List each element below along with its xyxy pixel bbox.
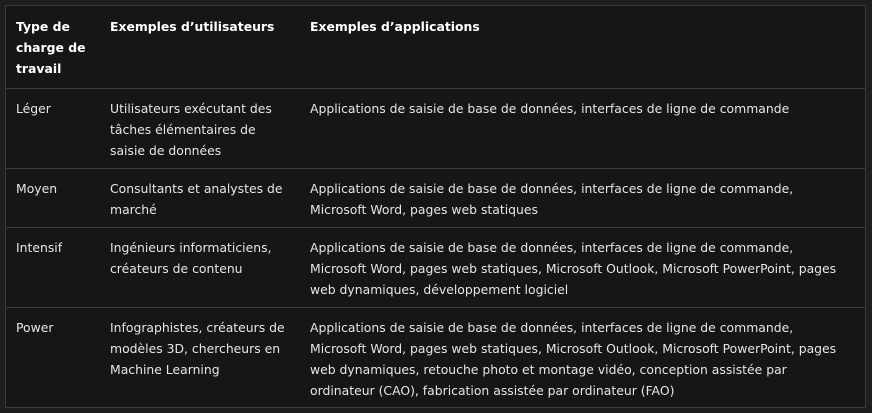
cell-app-examples: Applications de saisie de base de donnée… <box>300 307 865 407</box>
header-user-examples: Exemples d’utilisateurs <box>110 19 275 34</box>
header-row: Type de charge de travail Exemples d’uti… <box>6 6 865 89</box>
cell-app-examples: Applications de saisie de base de donnée… <box>300 227 865 308</box>
table-row: Moyen Consultants et analystes de marché… <box>6 168 865 228</box>
header-workload-type: Type de charge de travail <box>16 19 86 76</box>
header-app-examples: Exemples d’applications <box>310 19 480 34</box>
cell-app-examples: Applications de saisie de base de donnée… <box>300 88 865 169</box>
table-body: Léger Utilisateurs exécutant des tâches … <box>6 88 865 407</box>
table-header: Type de charge de travail Exemples d’uti… <box>6 6 865 89</box>
cell-user-examples: Ingénieurs informaticiens, créateurs de … <box>100 227 300 308</box>
workload-table-container: Type de charge de travail Exemples d’uti… <box>5 5 866 408</box>
workload-table: Type de charge de travail Exemples d’uti… <box>6 6 865 407</box>
cell-workload-type: Moyen <box>6 168 100 228</box>
cell-user-examples: Consultants et analystes de marché <box>100 168 300 228</box>
table-row: Intensif Ingénieurs informaticiens, créa… <box>6 227 865 308</box>
cell-user-examples: Infographistes, créateurs de modèles 3D,… <box>100 307 300 407</box>
table-row: Power Infographistes, créateurs de modèl… <box>6 307 865 407</box>
table-row: Léger Utilisateurs exécutant des tâches … <box>6 88 865 169</box>
cell-app-examples: Applications de saisie de base de donnée… <box>300 168 865 228</box>
cell-user-examples: Utilisateurs exécutant des tâches élémen… <box>100 88 300 169</box>
cell-workload-type: Intensif <box>6 227 100 308</box>
cell-workload-type: Power <box>6 307 100 407</box>
cell-workload-type: Léger <box>6 88 100 169</box>
